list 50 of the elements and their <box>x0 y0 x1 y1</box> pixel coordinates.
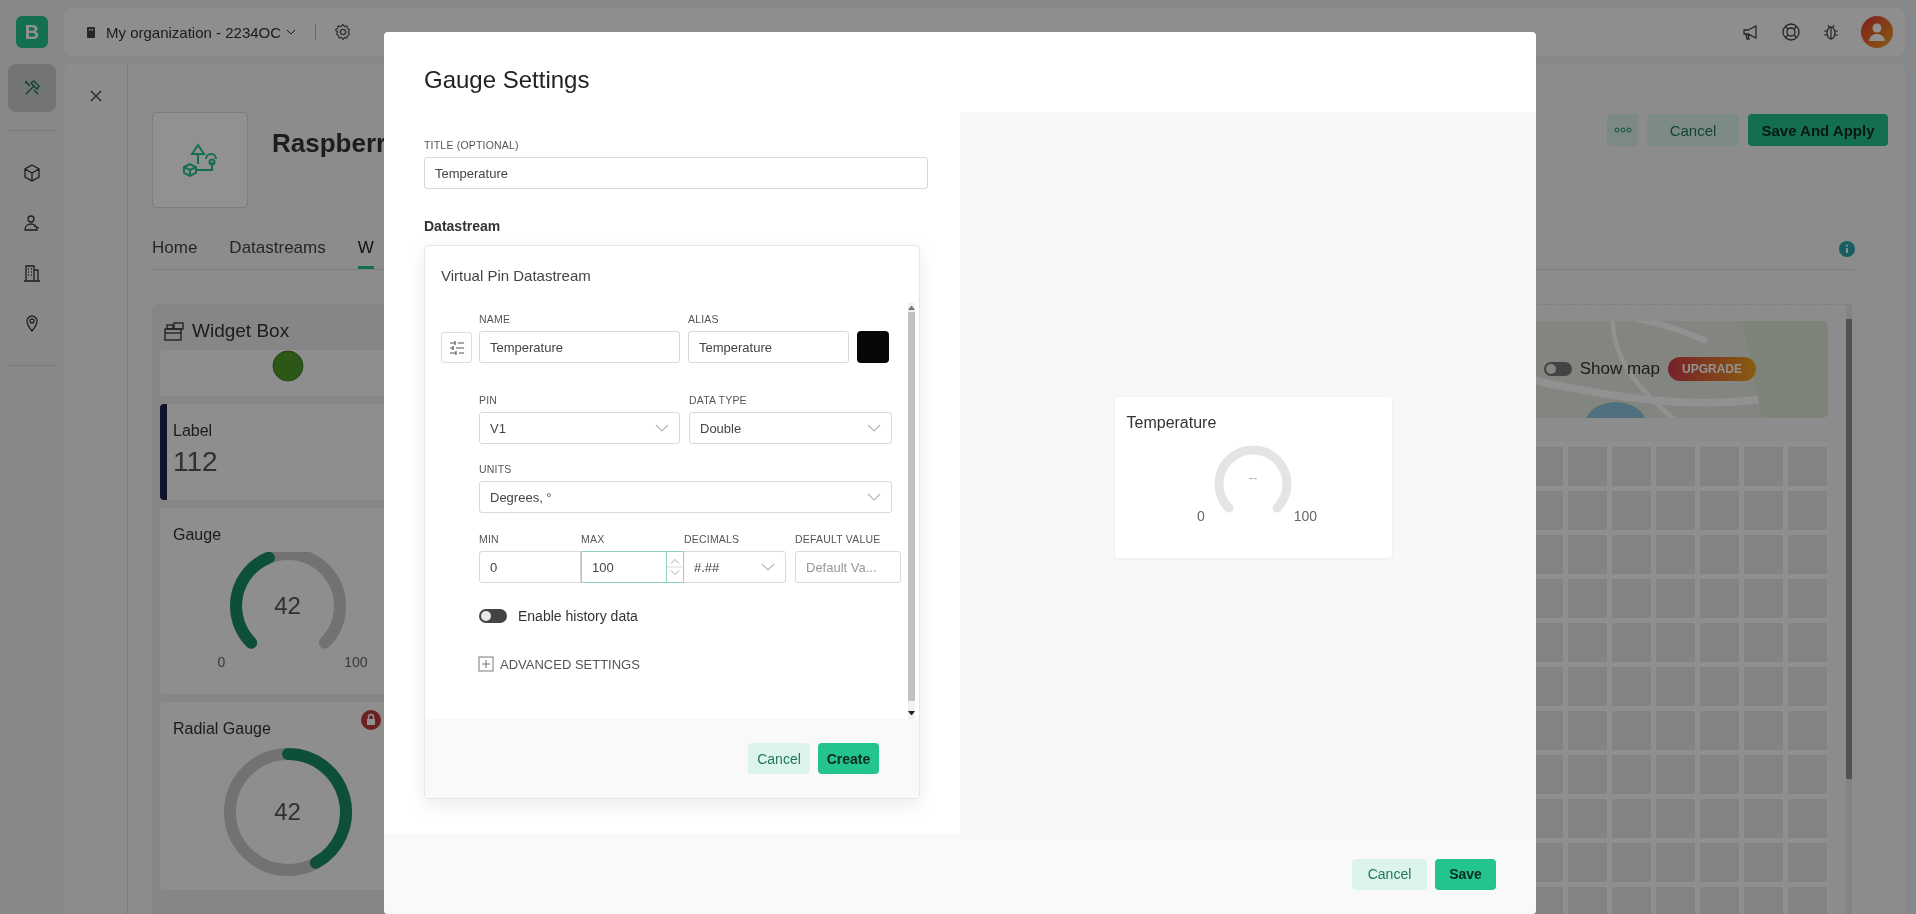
field-label: PIN <box>479 394 499 406</box>
gauge-max: 100 <box>1293 507 1317 524</box>
widget-title: Label <box>173 422 213 440</box>
organization-selector[interactable]: My organization - 2234OC <box>106 23 282 41</box>
tab[interactable]: Datastreams <box>229 238 326 269</box>
field-label: TITLE (OPTIONAL) <box>424 139 520 151</box>
save-and-apply-button[interactable]: Save And Apply <box>1748 114 1888 146</box>
toggle-label: Enable history data <box>518 608 638 624</box>
widget-title: Gauge <box>172 525 222 544</box>
data-type-select[interactable]: Double <box>689 412 892 444</box>
decimals-select[interactable]: #.## <box>684 551 786 583</box>
save-button[interactable]: Save <box>1435 858 1496 890</box>
field-label: DATA TYPE <box>689 394 748 406</box>
cancel-button[interactable]: Cancel <box>1647 114 1739 146</box>
field-label: MIN <box>479 533 500 545</box>
gauge-min: 0 <box>217 654 226 670</box>
units-select[interactable]: Degrees, ° <box>479 481 892 513</box>
field-label: DEFAULT VALUE <box>795 533 882 545</box>
default-value-input-field[interactable]: Default Va... <box>795 551 901 583</box>
widget-box-title: Widget Box <box>192 320 290 342</box>
max-input-field[interactable]: 100 <box>581 551 666 583</box>
dialog-title: Gauge Settings <box>424 65 591 95</box>
create-button[interactable]: Create <box>818 743 879 774</box>
field-label: DECIMALS <box>684 533 741 545</box>
tab[interactable]: W <box>357 238 374 269</box>
field-label: MAX <box>581 533 606 545</box>
pin-select[interactable]: V1 <box>479 412 680 444</box>
field-label: UNITS <box>479 463 513 475</box>
advanced-settings-toggle[interactable]: ADVANCED SETTINGS <box>478 656 640 672</box>
gauge-value: 42 <box>273 592 302 620</box>
gauge-min: 0 <box>1197 507 1205 524</box>
min-input-field[interactable]: 0 <box>479 551 581 583</box>
template-title: Raspberr <box>272 128 387 159</box>
widget-title: Temperature <box>1125 412 1218 432</box>
widget-value: 112 <box>173 446 219 478</box>
section-heading: Datastream <box>424 218 502 234</box>
gauge-value: 42 <box>273 798 302 826</box>
card-title: Virtual Pin Datastream <box>440 266 592 286</box>
name-input-field[interactable]: Temperature <box>479 331 680 363</box>
alias-input-field[interactable]: Temperature <box>688 331 849 363</box>
field-label: NAME <box>479 313 512 325</box>
gauge-value: -- <box>1247 469 1259 485</box>
field-label: ALIAS <box>688 313 720 325</box>
tab[interactable]: Home <box>152 238 198 269</box>
cancel-button[interactable]: Cancel <box>1352 858 1427 890</box>
cancel-button[interactable]: Cancel <box>748 743 810 774</box>
gauge-max: 100 <box>344 654 368 670</box>
widget-title: Radial Gauge <box>172 719 271 738</box>
toggle-label: Show map <box>1579 359 1660 379</box>
title-input-field[interactable]: Temperature <box>424 157 928 189</box>
